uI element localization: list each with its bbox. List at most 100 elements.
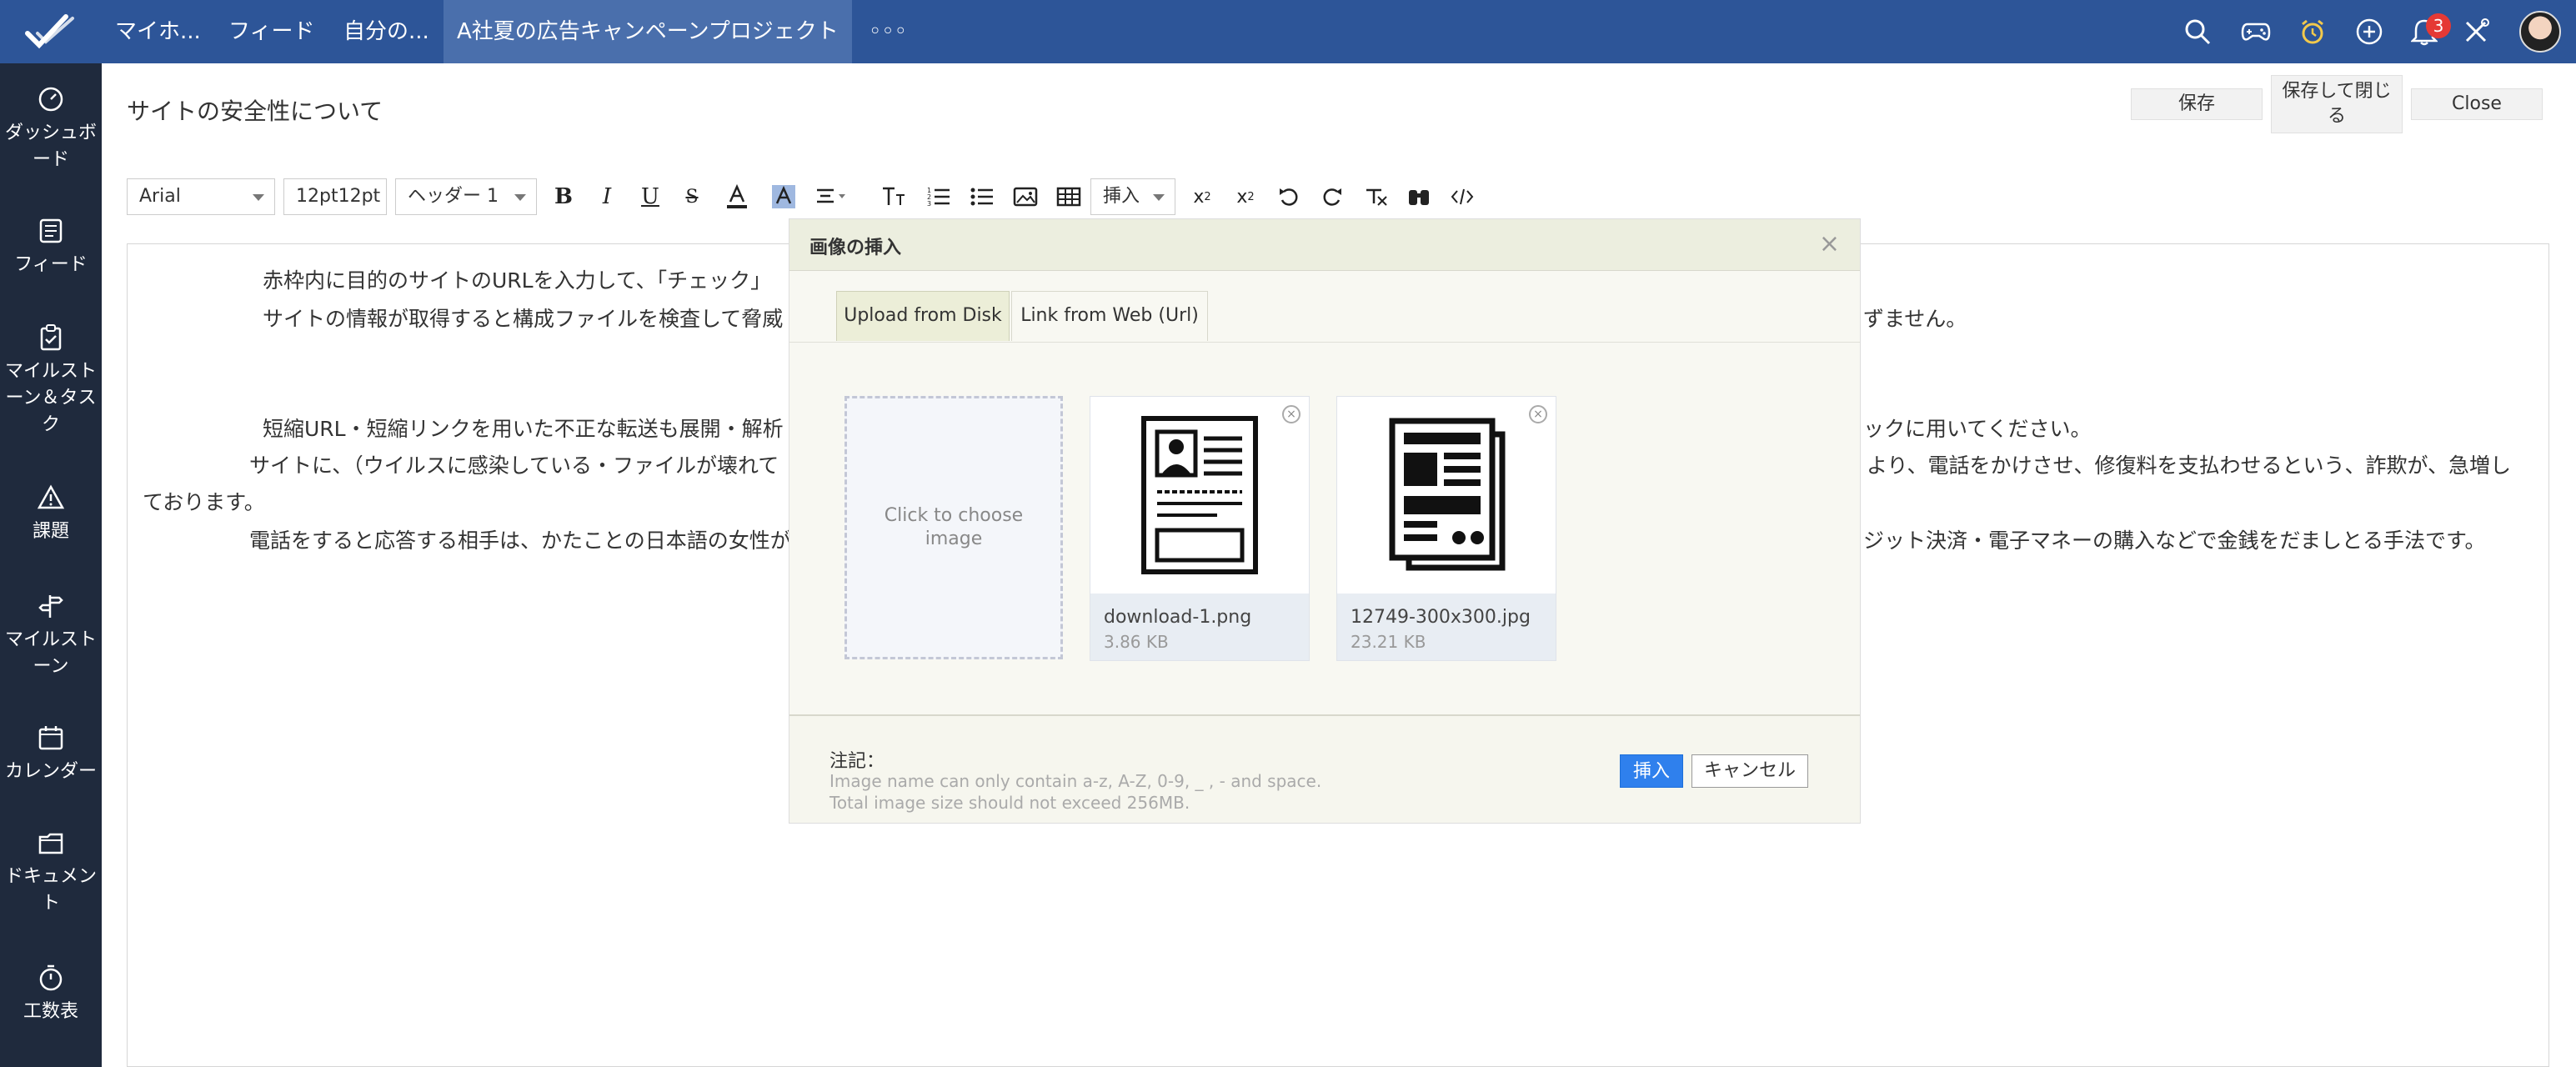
dialog-footer: 注記： Image name can only contain a-z, A-Z… bbox=[789, 714, 1860, 823]
sidebar-item-label: カレンダー bbox=[4, 761, 97, 782]
remove-image-icon[interactable]: × bbox=[1529, 405, 1547, 423]
more-nav-icon[interactable]: ◦◦◦ bbox=[869, 0, 907, 63]
sidebar-item-feed[interactable]: フィード bbox=[0, 217, 102, 278]
image-file-size: 23.21 KB bbox=[1351, 632, 1426, 652]
resume-document-icon bbox=[1090, 397, 1309, 594]
app-logo-icon[interactable] bbox=[0, 0, 102, 63]
insert-image-dialog: 画像の挿入 × Upload from Disk Link from Web (… bbox=[789, 218, 1861, 824]
nav-my-home[interactable]: マイホ... bbox=[115, 0, 201, 63]
image-thumbnail[interactable]: × download-1.png 3.86 KB bbox=[1090, 396, 1310, 661]
chevron-down-icon bbox=[514, 194, 526, 201]
search-icon[interactable] bbox=[2181, 15, 2214, 48]
nav-feed[interactable]: フィード bbox=[228, 0, 314, 63]
bullet-list-icon[interactable] bbox=[964, 178, 1000, 215]
editor-line: ずません。 bbox=[1863, 307, 1967, 331]
font-family-select[interactable]: Arial bbox=[127, 178, 275, 215]
note-text: Image name can only contain a-z, A-Z, 0-… bbox=[829, 771, 1322, 791]
dashboard-icon bbox=[38, 87, 63, 112]
page-title[interactable]: サイトの安全性について bbox=[127, 93, 383, 127]
editor-line: 赤枠内に目的のサイトのURLを入力して、「チェック」 bbox=[263, 268, 772, 293]
sidebar-item-label: 工数表 bbox=[23, 1001, 78, 1022]
tab-link-from-web[interactable]: Link from Web (Url) bbox=[1011, 291, 1208, 341]
font-size-select[interactable]: 12pt12pt bbox=[283, 178, 387, 215]
remove-image-icon[interactable]: × bbox=[1282, 405, 1301, 423]
close-button[interactable]: Close bbox=[2411, 88, 2543, 120]
superscript-icon[interactable]: x2 bbox=[1227, 178, 1264, 215]
tools-icon[interactable] bbox=[2459, 15, 2493, 48]
alarm-clock-icon[interactable] bbox=[2296, 15, 2329, 48]
image-file-name: download-1.png bbox=[1104, 607, 1252, 628]
highlight-icon[interactable] bbox=[765, 178, 802, 215]
redo-icon[interactable] bbox=[1314, 178, 1351, 215]
insert-button[interactable]: 挿入 bbox=[1620, 754, 1683, 788]
image-file-size: 3.86 KB bbox=[1104, 632, 1169, 652]
image-file-name: 12749-300x300.jpg bbox=[1351, 607, 1531, 628]
editor-line: サイトの情報が取得すると構成ファイルを検査して脅威 bbox=[263, 307, 784, 331]
chevron-down-icon bbox=[253, 194, 264, 201]
bell-icon[interactable]: 3 bbox=[2408, 13, 2451, 48]
font-size-value: 12pt12pt bbox=[296, 186, 381, 207]
bold-icon[interactable]: B bbox=[545, 178, 582, 215]
editor-line: ックに用いてください。 bbox=[1863, 417, 2092, 441]
font-family-value: Arial bbox=[139, 186, 181, 207]
subscript-icon[interactable]: x2 bbox=[1184, 178, 1220, 215]
find-icon[interactable] bbox=[1401, 178, 1437, 215]
sidebar-item-documents[interactable]: ドキュメント bbox=[0, 829, 102, 917]
editor-line: サイトに、（ウイルスに感染している・ファイルが壊れて bbox=[249, 453, 779, 478]
sidebar-item-milestones[interactable]: マイルストーン bbox=[0, 592, 102, 680]
sidebar-item-calendar[interactable]: カレンダー bbox=[0, 724, 102, 785]
tab-upload-from-disk[interactable]: Upload from Disk bbox=[836, 291, 1010, 341]
sidebar-item-label: マイルストーン＆タスク bbox=[4, 361, 97, 435]
dialog-title: 画像の挿入 bbox=[809, 238, 902, 258]
italic-icon[interactable]: I bbox=[589, 178, 625, 215]
editor-line: ております。 bbox=[143, 490, 265, 514]
sidebar-item-label: フィード bbox=[14, 254, 88, 275]
note-label: 注記： bbox=[829, 751, 885, 772]
heading-value: ヘッダー 1 bbox=[408, 186, 499, 207]
undo-icon[interactable] bbox=[1270, 178, 1307, 215]
image-icon[interactable] bbox=[1007, 178, 1044, 215]
underline-icon[interactable]: U bbox=[632, 178, 669, 215]
heading-select[interactable]: ヘッダー 1 bbox=[395, 178, 537, 215]
add-circle-icon[interactable] bbox=[2353, 15, 2386, 48]
clear-format-icon[interactable] bbox=[1357, 178, 1394, 215]
sidebar-item-dashboard[interactable]: ダッシュボード bbox=[0, 85, 102, 173]
editor-line: 電話をすると応答する相手は、かたことの日本語の女性が bbox=[249, 528, 791, 553]
nav-current-project[interactable]: A社夏の広告キャンペーンプロジェクト bbox=[444, 0, 852, 63]
image-thumbnail[interactable]: × 12749-300x300.jpg 23.21 KB bbox=[1336, 396, 1556, 661]
notification-badge: 3 bbox=[2426, 13, 2451, 38]
save-and-close-button[interactable]: 保存して閉じる bbox=[2271, 75, 2403, 133]
gamepad-icon[interactable] bbox=[2239, 15, 2273, 48]
strikethrough-icon[interactable]: S bbox=[674, 178, 710, 215]
sidebar-item-label: ドキュメント bbox=[4, 866, 97, 914]
insert-select-label: 挿入 bbox=[1103, 186, 1140, 207]
save-button[interactable]: 保存 bbox=[2131, 88, 2263, 120]
folder-icon bbox=[38, 833, 63, 854]
document-icon bbox=[1337, 397, 1556, 594]
dropzone-label: Click to choose image bbox=[884, 505, 1024, 549]
sidebar: ダッシュボード フィード マイルストーン＆タスク 課題 マイルストーン カレンダ… bbox=[0, 63, 102, 1067]
sidebar-item-label: マイルストーン bbox=[4, 629, 97, 677]
sidebar-item-issues[interactable]: 課題 bbox=[0, 483, 102, 545]
nav-my-work[interactable]: 自分の... bbox=[343, 0, 429, 63]
sidebar-item-timesheet[interactable]: 工数表 bbox=[0, 964, 102, 1025]
cancel-button[interactable]: キャンセル bbox=[1691, 754, 1808, 788]
sidebar-item-milestones-tasks[interactable]: マイルストーン＆タスク bbox=[0, 323, 102, 438]
avatar[interactable] bbox=[2519, 11, 2561, 53]
choose-image-dropzone[interactable]: Click to choose image bbox=[844, 396, 1063, 659]
align-icon[interactable] bbox=[812, 178, 849, 215]
text-size-icon[interactable] bbox=[875, 178, 912, 215]
svg-text:3: 3 bbox=[927, 200, 931, 208]
top-navigation-bar: マイホ... フィード 自分の... A社夏の広告キャンペーンプロジェクト ◦◦… bbox=[0, 0, 2576, 63]
insert-select[interactable]: 挿入 bbox=[1090, 178, 1175, 215]
code-icon[interactable] bbox=[1444, 178, 1481, 215]
note-text: Total image size should not exceed 256MB… bbox=[829, 793, 1190, 813]
dialog-header: 画像の挿入 × bbox=[789, 219, 1860, 271]
font-color-icon[interactable] bbox=[719, 178, 755, 215]
editor-line: 短縮URL・短縮リンクを用いた不正な転送も展開・解析 bbox=[263, 417, 784, 441]
timer-icon bbox=[39, 964, 63, 991]
table-icon[interactable] bbox=[1050, 178, 1087, 215]
ordered-list-icon[interactable]: 123 bbox=[920, 178, 957, 215]
close-icon[interactable]: × bbox=[1819, 229, 1840, 258]
editor-line: より、電話をかけさせ、修復料を支払わせるという、詐欺が、急増し bbox=[1867, 453, 2512, 478]
